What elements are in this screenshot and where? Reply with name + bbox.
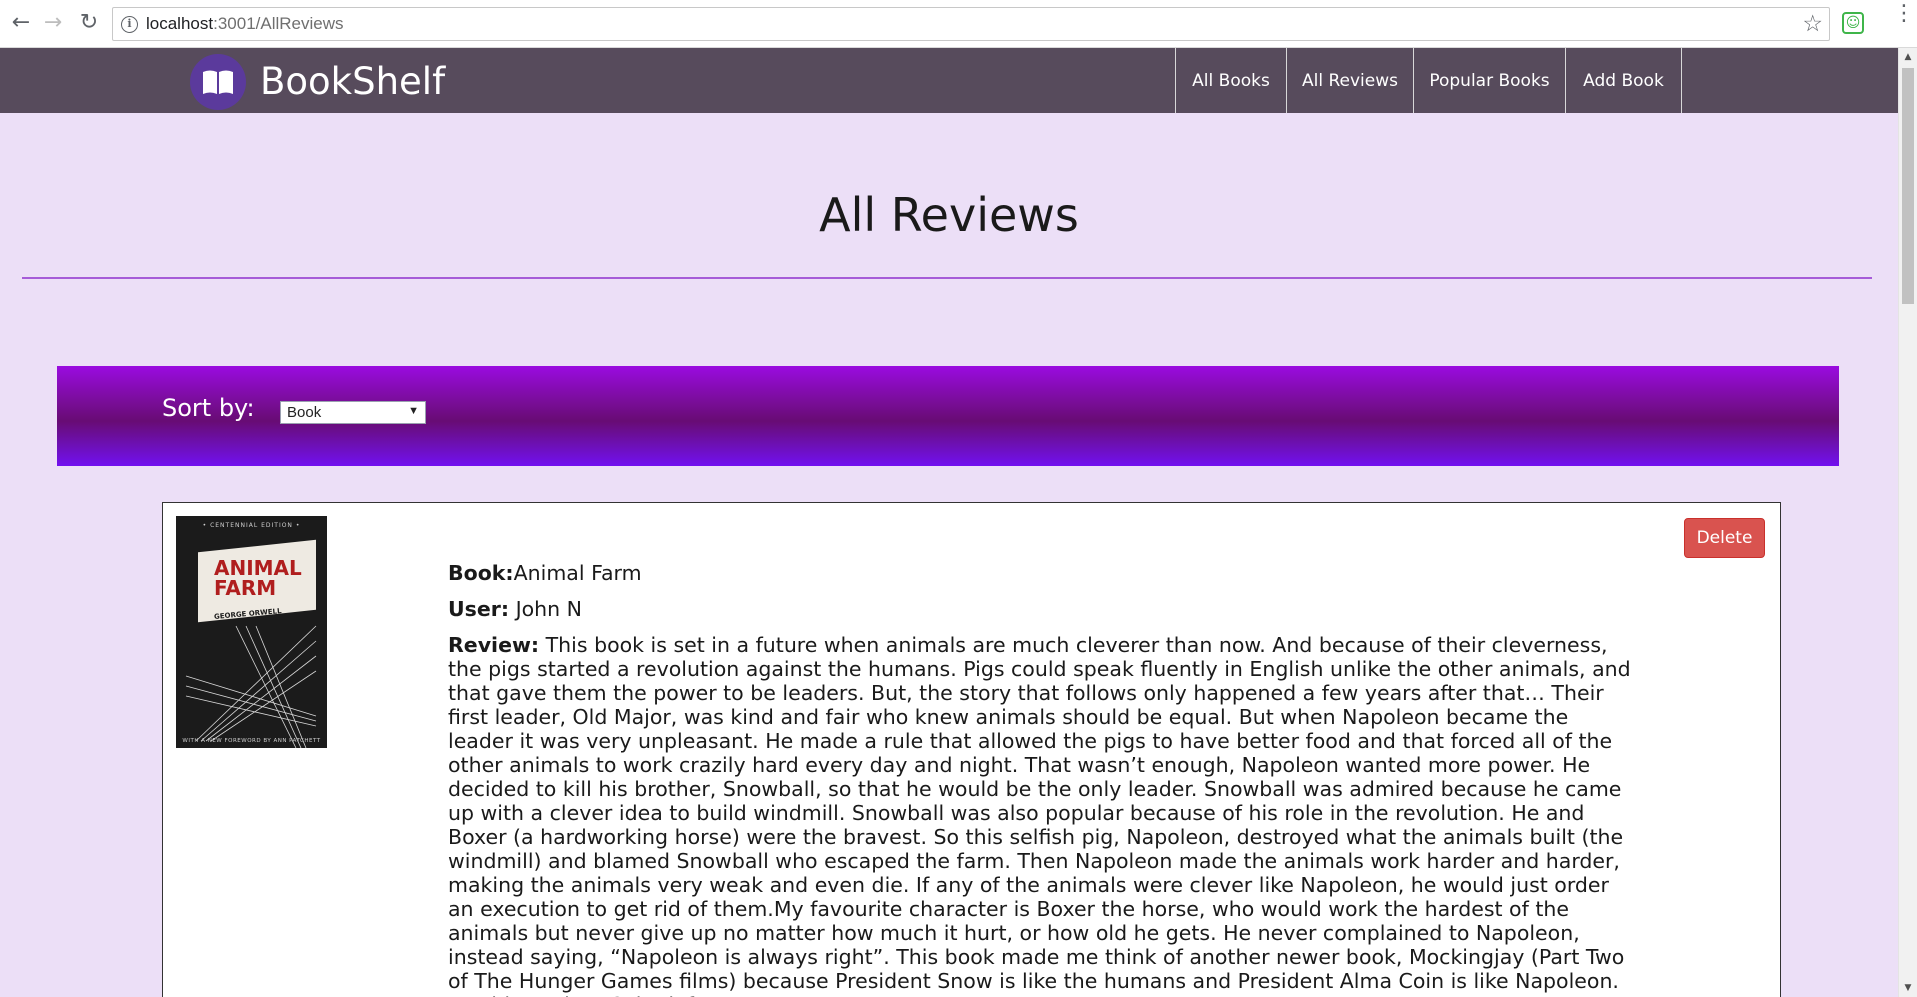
nav-all-books[interactable]: All Books	[1176, 48, 1287, 113]
back-icon[interactable]: ←	[8, 10, 34, 36]
info-icon[interactable]: i	[121, 16, 138, 33]
sort-bar: Sort by: Book ▼	[57, 366, 1839, 466]
reload-icon[interactable]: ↻	[76, 10, 102, 36]
title-divider	[22, 277, 1872, 279]
book-name: Animal Farm	[513, 561, 642, 585]
review-details: Book:Animal Farm User: John N Review: Th…	[448, 561, 1638, 997]
sort-select-value: Book	[287, 404, 322, 421]
page-title: All Reviews	[819, 188, 1079, 242]
nav-links: All Books All Reviews Popular Books Add …	[1175, 48, 1682, 113]
nav-popular-books[interactable]: Popular Books	[1414, 48, 1566, 113]
cover-title: ANIMAL FARM	[214, 556, 302, 600]
nav-all-reviews[interactable]: All Reviews	[1287, 48, 1414, 113]
address-bar[interactable]: i localhost:3001/AllReviews ☆	[112, 7, 1830, 41]
chevron-down-icon: ▼	[408, 405, 419, 417]
browser-toolbar: ← → ↻ i localhost:3001/AllReviews ☆ ☺ ⋮	[0, 0, 1917, 48]
page-viewport: BookShelf All Books All Reviews Popular …	[0, 48, 1898, 997]
bookmark-star-icon[interactable]: ☆	[1802, 11, 1823, 37]
user-name: John N	[515, 597, 583, 621]
cover-edition: • CENTENNIAL EDITION •	[202, 522, 301, 529]
book-line: Book:Animal Farm	[448, 561, 642, 585]
book-cover: • CENTENNIAL EDITION • ANIMAL FARM GEORG…	[176, 516, 327, 748]
sort-select[interactable]: Book ▼	[280, 401, 426, 424]
browser-menu-icon[interactable]: ⋮	[1893, 3, 1915, 25]
url-text[interactable]: localhost:3001/AllReviews	[146, 14, 344, 34]
page-scrollbar[interactable]: ▲ ▼	[1898, 48, 1917, 997]
open-book-icon	[190, 54, 246, 110]
brand-name[interactable]: BookShelf	[260, 60, 445, 103]
scroll-down-icon[interactable]: ▼	[1899, 979, 1917, 997]
forward-icon[interactable]: →	[40, 10, 66, 36]
review-text: Review: This book is set in a future whe…	[448, 633, 1638, 997]
extension-icon[interactable]: ☺	[1842, 12, 1864, 34]
user-line: User: John N	[448, 597, 583, 621]
cover-foreword: WITH A NEW FOREWORD BY ANN PATCHETT	[182, 738, 321, 744]
review-body: This book is set in a future when animal…	[448, 633, 1631, 997]
nav-add-book[interactable]: Add Book	[1566, 48, 1682, 113]
sort-label: Sort by:	[162, 394, 255, 422]
scroll-thumb[interactable]	[1902, 68, 1914, 304]
scroll-up-icon[interactable]: ▲	[1899, 48, 1917, 66]
delete-button[interactable]: Delete	[1684, 518, 1765, 558]
app-navbar: BookShelf All Books All Reviews Popular …	[0, 48, 1898, 113]
review-card: • CENTENNIAL EDITION • ANIMAL FARM GEORG…	[162, 502, 1781, 997]
